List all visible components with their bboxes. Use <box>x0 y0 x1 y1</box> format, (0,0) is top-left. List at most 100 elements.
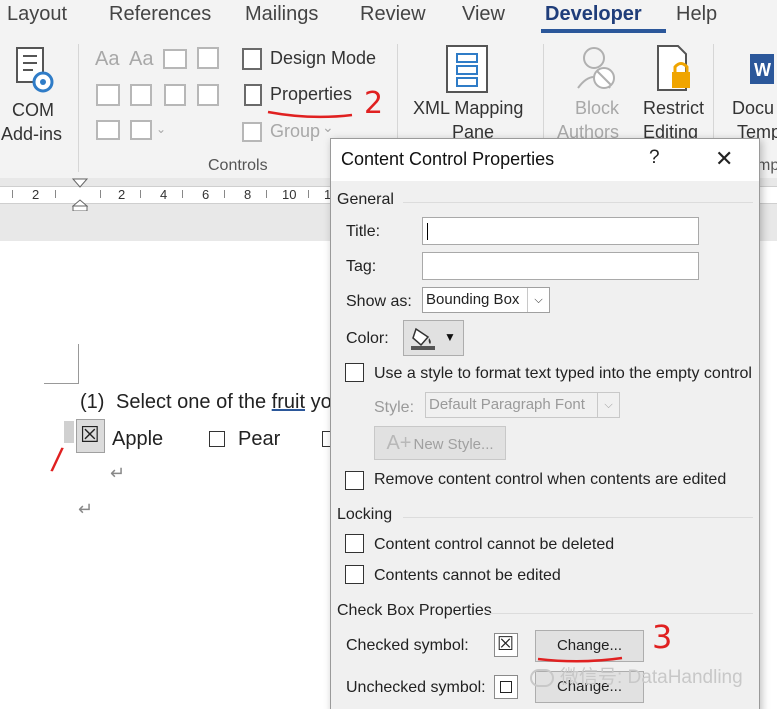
paragraph-mark: ↵ <box>110 463 126 483</box>
tab-view[interactable]: View <box>462 3 505 26</box>
group-label: Group <box>270 121 321 141</box>
locking-section-label: Locking <box>337 506 393 523</box>
cannot-edit-label: Contents cannot be edited <box>374 567 561 584</box>
watermark-text: 微信号: DataHandling <box>560 667 743 688</box>
cannot-edit-checkbox[interactable] <box>345 565 364 584</box>
new-style-button[interactable]: A+ New Style... <box>374 426 506 460</box>
document-template-button[interactable]: W Docu Temp <box>722 40 777 140</box>
remove-control-checkbox[interactable] <box>345 471 364 490</box>
color-picker-button[interactable]: ▼ <box>403 320 464 356</box>
style-value: Default Paragraph Font <box>429 396 585 413</box>
show-as-select[interactable]: Bounding Box ⌵ <box>422 287 550 313</box>
tab-review[interactable]: Review <box>360 3 426 26</box>
active-tab-indicator <box>541 29 666 33</box>
cannot-delete-label: Content control cannot be deleted <box>374 536 615 553</box>
pear-checkbox[interactable] <box>209 431 225 447</box>
title-label: Title: <box>346 223 381 240</box>
ruler-tick <box>140 190 141 198</box>
checkbox-control-icon[interactable] <box>96 84 120 106</box>
use-style-label: Use a style to format text typed into th… <box>374 365 752 382</box>
dialog-title: Content Control Properties <box>341 149 555 169</box>
tab-developer[interactable]: Developer <box>545 3 642 26</box>
date-picker-control-icon[interactable] <box>197 84 219 106</box>
title-input[interactable] <box>422 217 699 245</box>
text-caret <box>427 223 428 240</box>
tab-layout[interactable]: Layout <box>7 3 67 26</box>
tab-references[interactable]: References <box>109 3 211 26</box>
checked-box-icon: ☒ <box>80 422 100 447</box>
ruler-tick <box>308 190 309 198</box>
wechat-watermark: 微信号: DataHandling <box>530 662 743 689</box>
question-text-after: yo <box>305 391 332 413</box>
design-mode-label: Design Mode <box>270 48 377 68</box>
building-block-control-icon[interactable] <box>197 47 219 69</box>
cannot-delete-checkbox[interactable] <box>345 534 364 553</box>
restrict-editing-button[interactable]: Restrict Editing <box>640 40 710 142</box>
show-as-label: Show as: <box>346 293 412 310</box>
xml-mapping-pane-button[interactable]: XML Mapping Pane <box>405 40 530 142</box>
margin-corner-mark <box>78 344 79 384</box>
annotation-underline <box>267 110 353 119</box>
document-template-label-1: Docu <box>732 98 775 118</box>
repeating-section-icon[interactable] <box>96 120 120 140</box>
checkbox-properties-section-label: Check Box Properties <box>337 602 492 619</box>
chevron-down-icon: ▼ <box>444 330 456 344</box>
close-icon[interactable]: ✕ <box>715 146 733 172</box>
block-authors-label-1: Block <box>575 98 620 118</box>
chevron-down-icon: ⌵ <box>527 288 549 312</box>
ruler-tick <box>224 190 225 198</box>
content-control-handle[interactable] <box>64 421 74 443</box>
ruler-tick <box>266 190 267 198</box>
combo-box-control-icon[interactable] <box>130 84 152 106</box>
tab-help[interactable]: Help <box>676 3 717 26</box>
properties-icon <box>244 84 262 106</box>
ruler-tick <box>12 190 13 198</box>
question-text: Select one of the fruit yo <box>116 391 332 414</box>
ruler-number: 8 <box>244 187 252 202</box>
remove-control-label: Remove content control when contents are… <box>374 471 727 488</box>
dropdown-list-control-icon[interactable] <box>164 84 186 106</box>
new-style-label: New Style... <box>413 436 494 453</box>
option-apple: Apple <box>112 428 164 450</box>
checked-symbol-preview: ☒ <box>494 633 518 657</box>
use-style-checkbox[interactable] <box>345 363 364 382</box>
com-addins-label-1: COM <box>12 100 54 120</box>
unchecked-symbol-preview <box>494 675 518 699</box>
tag-label: Tag: <box>346 258 377 275</box>
legacy-tools-icon[interactable] <box>130 120 152 140</box>
option-pear: Pear <box>238 428 281 450</box>
empty-box-icon <box>500 681 512 693</box>
paragraph-mark: ↵ <box>78 499 94 519</box>
chevron-down-icon[interactable]: ⌄ <box>156 122 166 136</box>
question-link-word[interactable]: fruit <box>272 391 305 413</box>
com-addins-icon <box>16 47 54 93</box>
section-divider <box>487 613 753 614</box>
com-addins-button[interactable]: COM Add-ins <box>0 42 70 152</box>
ruler-tick <box>100 190 101 198</box>
style-select[interactable]: Default Paragraph Font ⌵ <box>425 392 620 418</box>
design-mode-button[interactable]: Design Mode <box>242 46 387 74</box>
design-mode-icon <box>242 48 262 70</box>
group-button[interactable]: Group ⌄ <box>242 119 342 147</box>
ruler-number: 10 <box>282 187 297 202</box>
content-control-properties-dialog: Content Control Properties ? ✕ General T… <box>330 138 760 709</box>
checked-box-icon: ☒ <box>497 634 515 655</box>
general-section-label: General <box>337 191 394 208</box>
chevron-down-icon: ⌵ <box>597 393 619 417</box>
show-as-value: Bounding Box <box>426 291 520 308</box>
dialog-titlebar[interactable]: Content Control Properties ? ✕ <box>331 139 759 181</box>
help-button[interactable]: ? <box>649 147 660 169</box>
apple-checkbox-control[interactable]: ☒ <box>76 419 105 453</box>
rich-text-control-icon[interactable]: Aa <box>95 48 119 71</box>
properties-label: Properties <box>270 84 353 104</box>
ruler-number: 4 <box>160 187 168 202</box>
tag-input[interactable] <box>422 252 699 280</box>
tab-mailings[interactable]: Mailings <box>245 3 318 26</box>
controls-group-label: Controls <box>208 157 268 174</box>
block-authors-button[interactable]: Block Authors <box>550 40 640 142</box>
block-authors-icon <box>577 47 615 89</box>
com-addins-label-2: Add-ins <box>1 124 63 144</box>
picture-control-icon[interactable] <box>163 49 187 69</box>
indent-marker-icon[interactable] <box>72 178 88 211</box>
plain-text-control-icon[interactable]: Aa <box>129 48 153 71</box>
